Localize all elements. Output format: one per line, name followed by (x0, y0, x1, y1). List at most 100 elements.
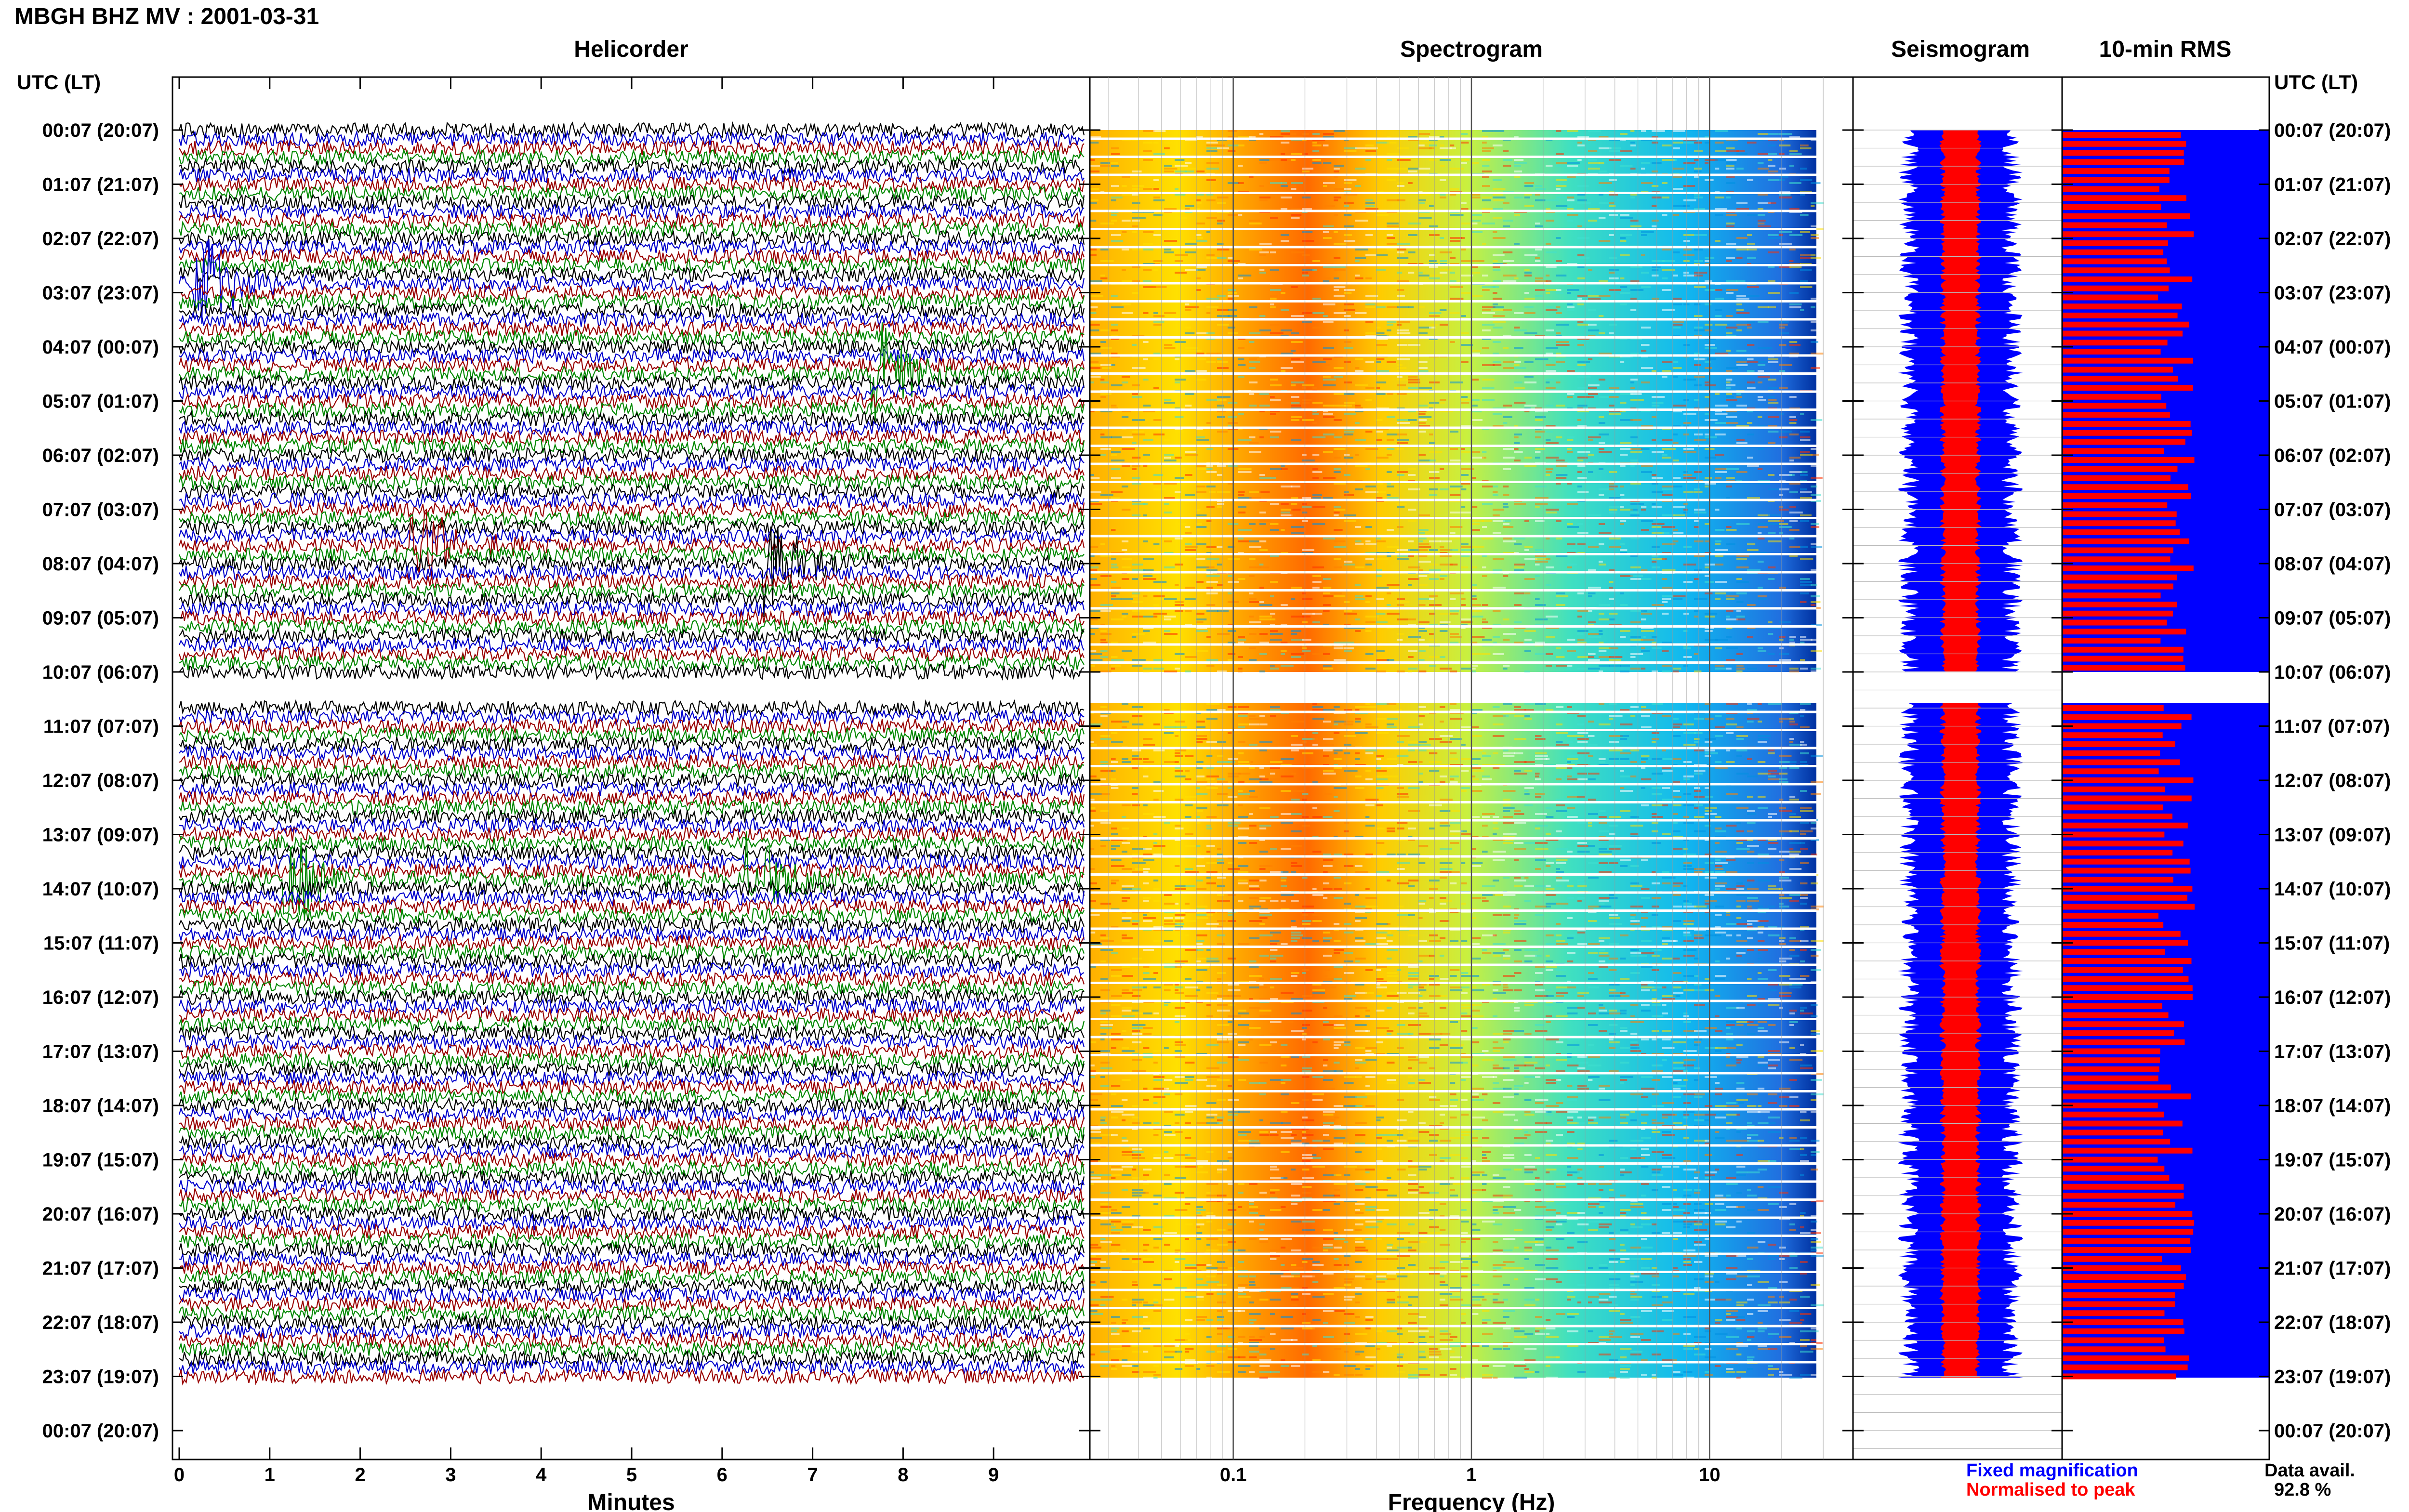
spectrogram-speckle (1493, 353, 1499, 355)
spectrogram-speckle (1291, 932, 1302, 933)
spectrogram-speckle (1334, 199, 1338, 201)
spectrogram-speckle (1376, 937, 1386, 939)
spectrogram-speckle (1291, 217, 1300, 219)
spectrogram-speckle (1143, 966, 1150, 968)
spectrogram-speckle (1768, 153, 1777, 155)
spectrogram-speckle (1493, 260, 1498, 262)
spectrogram-speckle (1238, 816, 1248, 818)
spectrogram-speckle (1249, 744, 1257, 746)
spectrogram-speckle (1376, 650, 1385, 652)
spectrogram-speckle (1588, 396, 1594, 398)
spectrogram-speckle (1535, 755, 1548, 757)
spectrogram-speckle (1556, 344, 1570, 346)
spectrogram-speckle (1662, 595, 1674, 597)
spectrogram-speckle (1323, 413, 1333, 415)
spectrogram-speckle (1747, 324, 1751, 326)
spectrogram-speckle (1291, 790, 1304, 792)
spectrogram-speckle (1164, 903, 1177, 905)
spectrogram-speckle (1312, 361, 1326, 363)
spectrogram-speckle (1673, 848, 1682, 850)
spectrogram-speckle (1800, 949, 1807, 951)
spectrogram-speckle (1503, 165, 1511, 167)
spectrogram-speckle (1599, 723, 1611, 725)
spectrogram-speckle (1143, 439, 1153, 441)
spectrogram-speckle (1620, 237, 1626, 239)
spectrogram-speckle (1641, 859, 1648, 861)
spectrogram-speckle (1779, 897, 1792, 899)
spectrogram-speckle (1535, 778, 1541, 780)
spectrogram-speckle (1100, 949, 1113, 951)
spectrogram-speckle (1524, 182, 1535, 184)
spectrogram-speckle (1281, 292, 1285, 294)
spectrogram-speckle (1514, 277, 1519, 279)
spectrogram-speckle (1705, 457, 1716, 459)
spectrogram-speckle (1090, 280, 1102, 282)
spectrogram-speckle (1715, 324, 1728, 326)
spectrogram-speckle (1090, 364, 1102, 366)
spectrogram-speckle (1440, 136, 1444, 138)
spectrogram-speckle (1641, 761, 1646, 763)
spectrogram-speckle (1238, 715, 1248, 717)
spectrogram-speckle (1153, 214, 1163, 216)
spectrogram-speckle (1281, 813, 1291, 815)
spectrogram-speckle (1387, 940, 1393, 942)
spectrogram-speckle (1206, 741, 1218, 743)
spectrogram-speckle (1122, 920, 1131, 922)
spectrogram-speckle (1111, 618, 1124, 620)
spectrogram-speckle (1789, 491, 1798, 493)
spectrogram-speckle (1132, 592, 1140, 594)
spectrogram-speckle (1387, 880, 1391, 881)
spectrogram-speckle (1111, 761, 1118, 763)
spectrogram-speckle (1450, 969, 1460, 971)
spectrogram-speckle (1546, 566, 1554, 568)
spectrogram-speckle (1524, 761, 1535, 763)
spectrogram-speckle (1100, 543, 1105, 545)
spectrogram-speckle (1461, 474, 1469, 476)
spectrogram-speckle (1270, 384, 1282, 386)
spectrogram-speckle (1153, 749, 1165, 751)
spectrogram-speckle (1768, 159, 1773, 161)
spectrogram-speckle (1365, 854, 1373, 855)
spectrogram-speckle (1238, 943, 1250, 945)
spectrogram-speckle (1599, 396, 1609, 398)
spectrogram-speckle (1376, 770, 1387, 772)
spectrogram-speckle (1355, 906, 1366, 907)
spectrogram-speckle (1694, 384, 1702, 386)
spectrogram-speckle (1238, 793, 1250, 795)
spectrogram-speckle (1482, 816, 1490, 818)
spectrogram-speckle (1705, 807, 1717, 809)
spectrogram-speckle (1206, 142, 1218, 144)
spectrogram-speckle (1789, 671, 1800, 672)
spectrogram-speckle (1599, 650, 1607, 652)
spectrogram-speckle (1270, 958, 1277, 960)
spectrogram-speckle (1196, 468, 1208, 470)
spectrogram-speckle (1408, 306, 1414, 308)
spectrogram-speckle (1556, 799, 1569, 801)
spectrogram-speckle (1556, 188, 1561, 190)
spectrogram-speckle (1185, 549, 1196, 551)
spectrogram-speckle (1588, 159, 1597, 161)
spectrogram-speckle (1535, 503, 1548, 505)
spectrogram-speckle (1556, 237, 1561, 239)
spectrogram-speckle (1747, 344, 1755, 346)
spectrogram-speckle (1503, 807, 1515, 809)
spectrogram-speckle (1153, 130, 1166, 132)
spectrogram-speckle (1652, 130, 1665, 132)
spectrogram-speckle (1238, 358, 1244, 360)
spectrogram-speckle (1196, 436, 1205, 438)
spectrogram-speckle (1768, 379, 1776, 381)
spectrogram-speckle (1249, 546, 1261, 548)
spectrogram-speckle (1270, 379, 1278, 381)
spectrogram-speckle (1673, 176, 1682, 178)
spectrogram-speckle (1355, 920, 1361, 922)
spectrogram-speckle (1726, 393, 1733, 395)
spectrogram-speckle (1493, 130, 1505, 132)
spectrogram-speckle (1111, 952, 1118, 954)
spectrogram-speckle (1418, 706, 1426, 708)
spectrogram-speckle (1493, 851, 1506, 853)
spectrogram-speckle (1715, 871, 1725, 873)
spectrogram-speckle (1567, 755, 1578, 757)
spectrogram-speckle (1090, 361, 1099, 363)
spectrogram-speckle (1556, 595, 1569, 597)
spectrogram-speckle (1683, 848, 1688, 850)
